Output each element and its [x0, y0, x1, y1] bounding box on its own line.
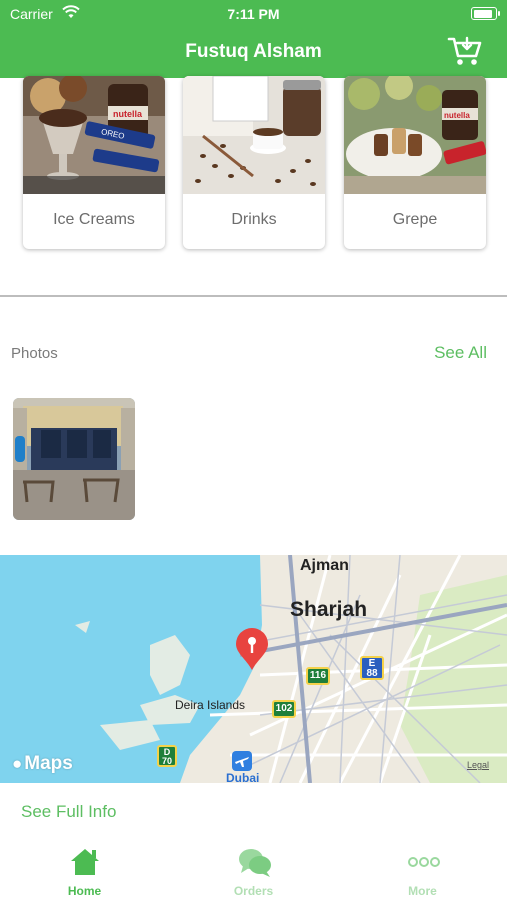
- tab-orders[interactable]: Orders: [169, 838, 338, 900]
- section-divider: [0, 295, 507, 297]
- road-shield-116: 116: [306, 667, 330, 685]
- apple-logo-icon: ●: [12, 754, 23, 773]
- category-card-grepe[interactable]: nutella Grepe: [344, 76, 486, 249]
- map-label-dubai: Dubai: [226, 771, 260, 783]
- map-pin-icon[interactable]: [234, 627, 270, 671]
- category-card-ice-creams[interactable]: nutella OREO Ice Creams: [23, 76, 165, 249]
- battery-fill: [473, 9, 492, 18]
- more-dots-icon: [407, 846, 440, 878]
- road-shield-number: 70: [161, 756, 172, 766]
- apple-maps-logo: ● Maps: [12, 753, 73, 775]
- category-label: Ice Creams: [53, 211, 135, 228]
- map-legal-link[interactable]: Legal: [467, 760, 489, 770]
- photo-thumbnail[interactable]: [13, 398, 135, 520]
- tab-label: Orders: [233, 884, 274, 898]
- category-label: Grepe: [392, 211, 438, 228]
- photos-section-title: Photos: [11, 345, 58, 362]
- category-card-drinks[interactable]: Drinks: [183, 76, 325, 249]
- header-bar: Fustuq Alsham: [0, 28, 507, 78]
- see-all-link[interactable]: See All: [434, 343, 487, 363]
- battery-icon: [471, 7, 500, 20]
- maps-attribution: Maps: [24, 753, 73, 774]
- screen: Carrier 7:11 PM Fustuq Alsham nutella OR…: [0, 0, 507, 900]
- cart-download-icon[interactable]: [447, 34, 483, 68]
- see-full-info-link[interactable]: See Full Info: [21, 802, 116, 822]
- road-shield-e88: E 88: [360, 656, 384, 680]
- status-bar: Carrier 7:11 PM: [0, 0, 507, 28]
- tab-home[interactable]: Home: [0, 838, 169, 900]
- map-label-ajman: Ajman: [300, 557, 349, 574]
- road-shield-number: 88: [366, 668, 378, 679]
- page-title: Fustuq Alsham: [185, 41, 322, 62]
- clock: 7:11 PM: [227, 6, 280, 22]
- tab-more[interactable]: More: [338, 838, 507, 900]
- svg-text:nutella: nutella: [113, 109, 143, 119]
- tab-label: More: [408, 884, 437, 898]
- home-icon: [69, 846, 101, 878]
- location-map[interactable]: Ajman Sharjah Deira Islands Dubai 116 10…: [0, 555, 507, 783]
- map-label-sharjah: Sharjah: [290, 598, 368, 621]
- category-list: nutella OREO Ice Creams Drinks nutella G…: [0, 76, 507, 253]
- tab-bar: Home Orders More: [0, 838, 507, 900]
- road-shield-d70: D 70: [157, 745, 177, 767]
- ice-cream-image: nutella OREO: [23, 76, 165, 194]
- road-shield-102: 102: [272, 700, 296, 718]
- map-label-deira-islands: Deira Islands: [175, 698, 246, 712]
- category-label: Drinks: [231, 211, 277, 228]
- drinks-image: [183, 76, 325, 194]
- airport-icon: [232, 751, 252, 771]
- grepe-image: nutella: [344, 76, 486, 194]
- chat-bubbles-icon: [238, 846, 271, 878]
- svg-text:nutella: nutella: [444, 111, 470, 120]
- tab-label: Home: [67, 884, 102, 898]
